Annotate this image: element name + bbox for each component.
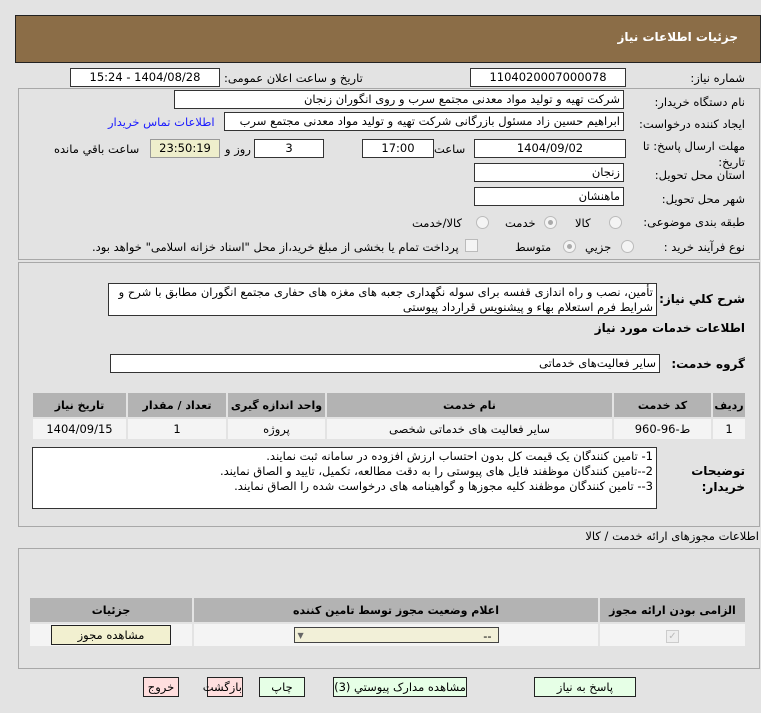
- cell-code: ط-96-960: [612, 417, 713, 441]
- services-table: ردیف کد خدمت نام خدمت واحد اندازه گیری ت…: [31, 391, 747, 441]
- time-label: ساعت: [434, 142, 466, 156]
- remaining-label: ساعت باقي مانده: [54, 142, 140, 156]
- page-header: جزئیات اطلاعات نیاز: [15, 15, 761, 63]
- table-row: 1 ط-96-960 سایر فعالیت های خدماتی شخصی پ…: [31, 417, 747, 441]
- remaining-time-field: 23:50:19: [150, 139, 220, 158]
- cell-name: سایر فعالیت های خدماتی شخصی: [325, 417, 614, 441]
- province-field: زنجان: [474, 163, 624, 182]
- note-line: 1- تامین کنندگان یک قیمت کل بدون احتساب …: [266, 449, 653, 463]
- col-unit: واحد اندازه گیری: [226, 391, 327, 419]
- exit-button[interactable]: خروج: [143, 677, 179, 697]
- note-line: 3-- تامین کنندگان موظفند کلیه مجوزها و گ…: [234, 479, 653, 493]
- purchase-radio-medium[interactable]: [563, 240, 576, 253]
- deadline-label: مهلت ارسال پاسخ: تا تاریخ:: [642, 139, 745, 169]
- purchase-type-label: نوع فرآیند خرید :: [663, 240, 745, 254]
- days-label: روز و: [225, 142, 251, 156]
- col-details: جزئیات: [28, 596, 194, 624]
- cell-qty: 1: [126, 417, 228, 441]
- cell-unit: پروژه: [226, 417, 327, 441]
- back-button[interactable]: بازگشت: [203, 677, 243, 697]
- days-field: 3: [254, 139, 324, 158]
- page-title: جزئیات اطلاعات نیاز: [617, 30, 738, 44]
- view-license-button[interactable]: مشاهده مجوز: [51, 625, 171, 645]
- buyer-notes-textarea[interactable]: 1- تامین کنندگان یک قیمت کل بدون احتساب …: [32, 447, 657, 509]
- col-row: ردیف: [711, 391, 747, 419]
- col-qty: تعداد / مقدار: [126, 391, 228, 419]
- province-label: استان محل تحویل:: [654, 168, 745, 182]
- category-goods-label: کالا: [575, 216, 591, 230]
- treasury-payment-checkbox[interactable]: [465, 239, 478, 252]
- reply-button[interactable]: پاسخ به نیاز: [534, 677, 636, 697]
- col-name: نام خدمت: [325, 391, 614, 419]
- description-textarea[interactable]: تأمین، نصب و راه اندازی قفسه برای سوله ن…: [108, 283, 657, 316]
- buyer-notes-label: توضیحات خریدار:: [691, 464, 745, 494]
- purchase-minor-label: جزیي: [585, 240, 612, 254]
- service-group-field: سایر فعالیت‌های خدماتی: [110, 354, 660, 373]
- need-number-label: شماره نیاز:: [690, 71, 745, 85]
- category-radio-goods-service[interactable]: [476, 216, 489, 229]
- licenses-table: الزامی بودن ارائه مجوز اعلام وضعیت مجوز …: [28, 596, 747, 648]
- note-line: 2--تامین کنندگان موظفند فایل های پیوستی …: [219, 464, 653, 478]
- license-status-value: --: [483, 629, 492, 643]
- announce-label: تاریخ و ساعت اعلان عمومی:: [224, 71, 363, 85]
- announce-field: 1404/08/28 - 15:24: [70, 68, 220, 87]
- service-group-label: گروه خدمت:: [671, 357, 745, 371]
- license-status-select[interactable]: -- ▼: [293, 627, 499, 643]
- licenses-title: اطلاعات مجوزهای ارائه خدمت / کالا: [585, 529, 759, 543]
- purchase-radio-minor[interactable]: [621, 240, 634, 253]
- deadline-time-field: 17:00: [362, 139, 434, 158]
- city-label: شهر محل تحویل:: [661, 192, 745, 206]
- creator-label: ایجاد کننده درخواست:: [639, 117, 745, 131]
- buyer-contact-link[interactable]: اطلاعات تماس خریدار: [108, 115, 215, 129]
- licenses-table-header: الزامی بودن ارائه مجوز اعلام وضعیت مجوز …: [28, 596, 747, 624]
- buyer-field: شرکت تهیه و تولید مواد معدنی مجتمع سرب و…: [174, 90, 624, 109]
- chevron-down-icon: ▼: [297, 631, 304, 640]
- col-required: الزامی بودن ارائه مجوز: [598, 596, 747, 624]
- deadline-date-field: 1404/09/02: [474, 139, 626, 158]
- category-service-label: خدمت: [505, 216, 536, 230]
- table-row: ✓ -- ▼ مشاهده مجوز: [28, 622, 747, 648]
- cell-row: 1: [711, 417, 747, 441]
- category-radio-goods[interactable]: [609, 216, 622, 229]
- category-label: طبقه بندی موضوعی:: [643, 215, 745, 229]
- license-required-checkbox[interactable]: ✓: [666, 629, 679, 643]
- city-field: ماهنشان: [474, 187, 624, 206]
- cell-date: 1404/09/15: [31, 417, 128, 441]
- col-date: تاریخ نیاز: [31, 391, 128, 419]
- need-number-field: 1104020007000078: [470, 68, 626, 87]
- category-goods-service-label: کالا/خدمت: [412, 216, 463, 230]
- description-label: شرح کلي نیاز:: [659, 292, 745, 306]
- services-table-header: ردیف کد خدمت نام خدمت واحد اندازه گیری ت…: [31, 391, 747, 419]
- buyer-label: نام دستگاه خریدار:: [654, 95, 745, 109]
- col-code: کد خدمت: [612, 391, 713, 419]
- treasury-payment-note: پرداخت تمام یا بخشی از مبلغ خرید،از محل …: [92, 240, 459, 254]
- services-heading: اطلاعات خدمات مورد نیاز: [594, 321, 745, 335]
- view-attachments-button[interactable]: مشاهده مدارک پیوستي (3): [333, 677, 467, 697]
- creator-field: ابراهیم حسین زاد مسئول بازرگانی شرکت تهی…: [224, 112, 624, 131]
- col-status: اعلام وضعیت مجوز توسط تامین کننده: [192, 596, 600, 624]
- purchase-medium-label: متوسط: [515, 240, 552, 254]
- category-radio-service[interactable]: [544, 216, 557, 229]
- print-button[interactable]: چاپ: [259, 677, 305, 697]
